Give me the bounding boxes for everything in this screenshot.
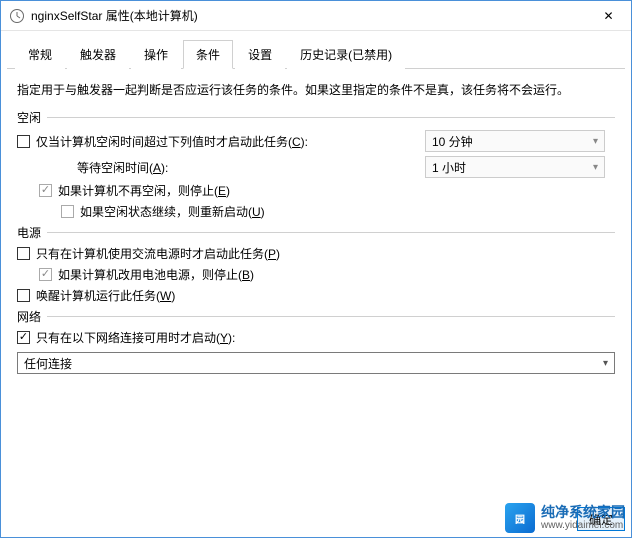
- close-icon: ✕: [603, 9, 613, 23]
- label-wait-idle: 等待空闲时间(A):: [77, 159, 168, 176]
- section-power-label: 电源: [17, 224, 41, 241]
- dialog-footer: 确定: [577, 507, 625, 531]
- tab-content: 指定用于与触发器一起判断是否应运行该任务的条件。如果这里指定的条件不是真，该任务…: [1, 69, 631, 386]
- section-idle: 空闲: [17, 109, 615, 126]
- checkbox-idle-start[interactable]: [17, 135, 30, 148]
- tab-bar: 常规 触发器 操作 条件 设置 历史记录(已禁用): [7, 31, 625, 69]
- combo-wait-time-value: 1 小时: [432, 159, 466, 176]
- combo-wait-time: 1 小时 ▾: [425, 156, 605, 178]
- section-network: 网络: [17, 308, 615, 325]
- tab-settings[interactable]: 设置: [235, 40, 285, 69]
- tab-history[interactable]: 历史记录(已禁用): [287, 40, 405, 69]
- checkbox-stop-not-idle: [39, 184, 52, 197]
- ok-button[interactable]: 确定: [577, 507, 625, 531]
- combo-network[interactable]: 任何连接 ▾: [17, 352, 615, 374]
- label-ac-only: 只有在计算机使用交流电源时才启动此任务(P): [36, 245, 280, 262]
- combo-idle-time-value: 10 分钟: [432, 133, 473, 150]
- tab-actions[interactable]: 操作: [131, 40, 181, 69]
- checkbox-network-only[interactable]: [17, 331, 30, 344]
- tab-general[interactable]: 常规: [15, 40, 65, 69]
- checkbox-wake[interactable]: [17, 289, 30, 302]
- section-network-label: 网络: [17, 308, 41, 325]
- close-button[interactable]: ✕: [586, 1, 631, 30]
- checkbox-restart-idle: [61, 205, 74, 218]
- tab-conditions[interactable]: 条件: [183, 40, 233, 69]
- watermark-logo: 园: [505, 503, 535, 533]
- checkbox-stop-battery: [39, 268, 52, 281]
- label-idle-start: 仅当计算机空闲时间超过下列值时才启动此任务(C):: [36, 133, 308, 150]
- tab-triggers[interactable]: 触发器: [67, 40, 129, 69]
- titlebar: nginxSelfStar 属性(本地计算机) ✕: [1, 1, 631, 31]
- chevron-down-icon: ▾: [593, 162, 598, 173]
- label-stop-not-idle: 如果计算机不再空闲，则停止(E): [58, 182, 230, 199]
- label-stop-battery: 如果计算机改用电池电源，则停止(B): [58, 266, 254, 283]
- ok-button-label: 确定: [589, 511, 613, 528]
- section-idle-label: 空闲: [17, 109, 41, 126]
- description-text: 指定用于与触发器一起判断是否应运行该任务的条件。如果这里指定的条件不是真，该任务…: [17, 81, 615, 99]
- combo-network-value: 任何连接: [24, 355, 72, 372]
- divider: [47, 316, 615, 317]
- divider: [47, 117, 615, 118]
- chevron-down-icon: ▾: [593, 136, 598, 147]
- label-restart-idle: 如果空闲状态继续，则重新启动(U): [80, 203, 265, 220]
- combo-idle-time: 10 分钟 ▾: [425, 130, 605, 152]
- window-title: nginxSelfStar 属性(本地计算机): [31, 7, 586, 24]
- chevron-down-icon: ▾: [603, 358, 608, 369]
- label-wake: 唤醒计算机运行此任务(W): [36, 287, 175, 304]
- dialog-window: nginxSelfStar 属性(本地计算机) ✕ 常规 触发器 操作 条件 设…: [0, 0, 632, 538]
- divider: [47, 232, 615, 233]
- checkbox-ac-only[interactable]: [17, 247, 30, 260]
- section-power: 电源: [17, 224, 615, 241]
- app-icon: [9, 8, 25, 24]
- label-network-only: 只有在以下网络连接可用时才启动(Y):: [36, 329, 235, 346]
